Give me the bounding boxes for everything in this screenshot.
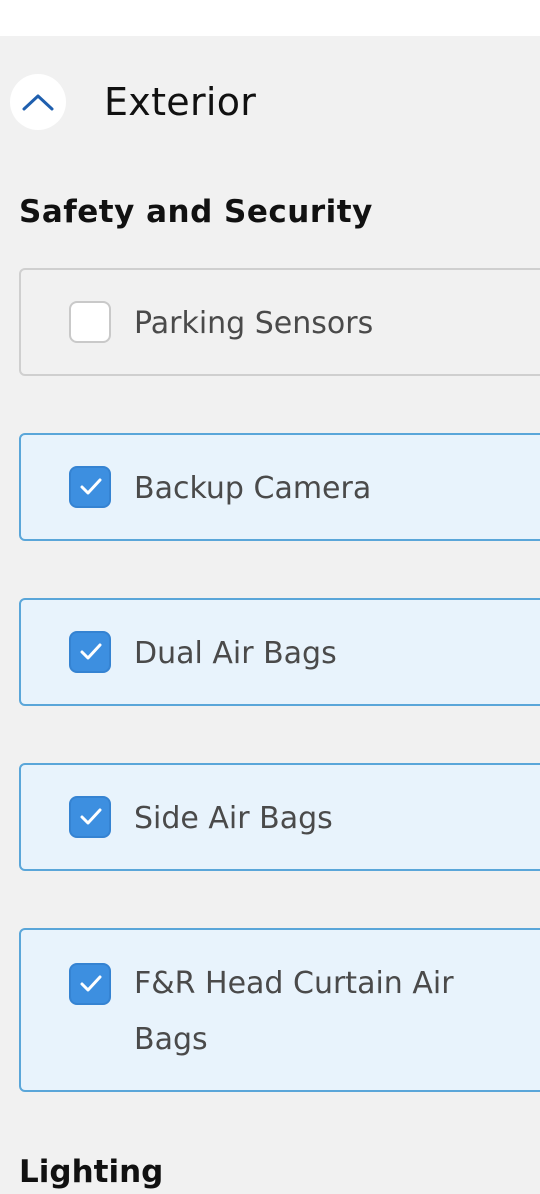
option-label: Parking Sensors [134,306,374,341]
option-card-side-air-bags[interactable]: Side Air Bags [19,763,540,871]
collapse-button[interactable] [10,74,66,130]
checkbox-side-air-bags[interactable] [69,796,111,838]
option-card-dual-air-bags[interactable]: Dual Air Bags [19,598,540,706]
checkbox-head-curtain-air-bags[interactable] [69,963,111,1005]
option-card-backup-camera[interactable]: Backup Camera [19,433,540,541]
option-label: Backup Camera [134,471,372,506]
checkbox-dual-air-bags[interactable] [69,631,111,673]
option-label: F&R Head Curtain Air Bags [134,966,454,1057]
top-bar [0,0,540,36]
option-card-head-curtain-air-bags[interactable]: F&R Head Curtain Air Bags [19,928,540,1092]
section-header: Exterior [0,36,540,166]
option-card-parking-sensors[interactable]: Parking Sensors [19,268,540,376]
checkmark-icon [80,808,102,825]
checkmark-icon [80,643,102,660]
chevron-up-icon [22,94,54,111]
checkbox-parking-sensors[interactable] [69,301,111,343]
checkbox-backup-camera[interactable] [69,466,111,508]
checkmark-icon [80,975,102,992]
option-label: Side Air Bags [134,801,333,836]
section-title: Exterior [104,80,257,124]
option-label: Dual Air Bags [134,636,337,671]
next-group-title: Lighting [19,1154,164,1190]
checkmark-icon [80,478,102,495]
group-title: Safety and Security [19,194,373,230]
